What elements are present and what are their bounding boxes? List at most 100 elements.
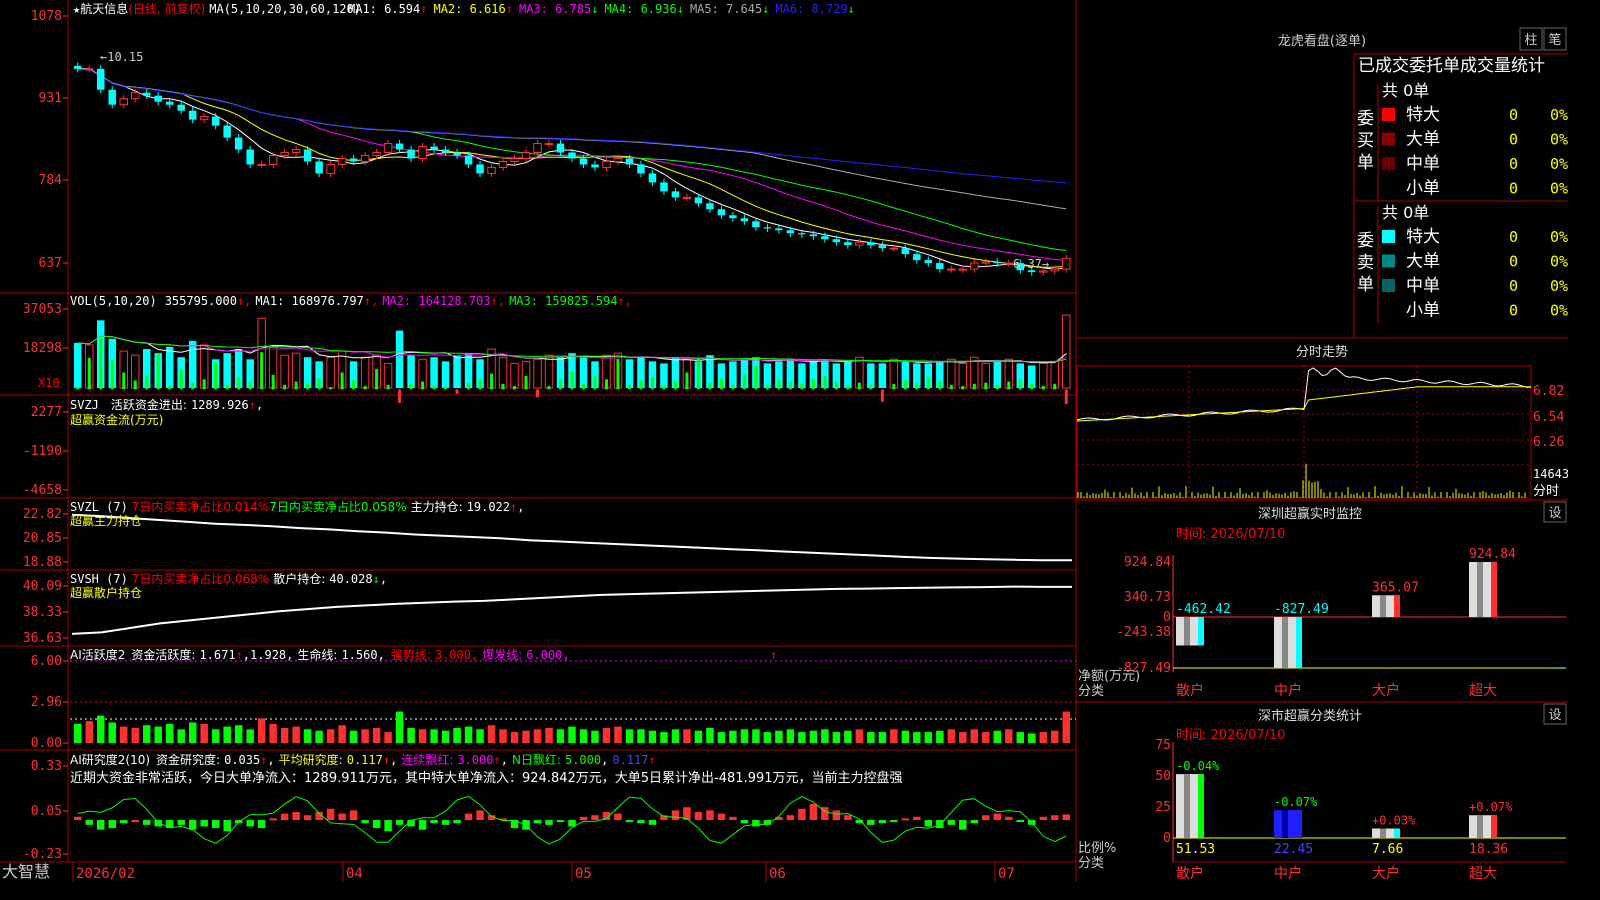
candle xyxy=(568,152,576,159)
svsh-panel[interactable]: SVSH (7) 7日内买卖净占比0.068% 散户持仓: 40.028↓, 超赢散户… xyxy=(70,571,1072,635)
ai-active-bar xyxy=(200,723,208,743)
sz-monitor-category: 中户 xyxy=(1274,682,1302,699)
sz-monitor-bar-label: -827.49 xyxy=(1274,602,1329,617)
volume-bar xyxy=(660,363,668,388)
ai-research-bar xyxy=(188,820,197,830)
candle xyxy=(993,261,1002,264)
buy-row-pct: 0% xyxy=(1550,131,1568,149)
ai-active-bar xyxy=(487,725,496,743)
svzj-bar xyxy=(386,384,390,390)
dragon-tiger-header: 已成交委托单成交量统计 xyxy=(1358,56,1545,76)
buy-row-label: 大单 xyxy=(1406,130,1440,150)
y-tick-label: 6.00 xyxy=(31,654,62,669)
buy-label: 买 xyxy=(1357,131,1374,151)
buy-row-label: 中单 xyxy=(1406,154,1440,174)
ai-active-bar xyxy=(809,730,818,743)
ai-active-bar xyxy=(717,732,726,743)
y-tick-label: 37053 xyxy=(23,302,62,317)
sz-classify-title: 深市超赢分类统计 xyxy=(1258,708,1362,724)
volume-bar xyxy=(889,358,899,389)
ai-research-bar xyxy=(878,820,887,824)
volume-panel[interactable]: VOL(5,10,20) 355795.000↑, MA1: 168976.797↑… xyxy=(38,294,1071,390)
sell-swatch xyxy=(1382,279,1395,292)
sz-monitor-panel[interactable]: 深圳超赢实时监控 设 时间: 2026/07/10 净额(万元) 分类 924.… xyxy=(1078,501,1567,699)
candle xyxy=(395,143,404,150)
candle xyxy=(337,157,347,165)
ai-active-bar xyxy=(694,730,703,743)
sell-row-label: 大单 xyxy=(1406,252,1440,272)
ai-research-bar xyxy=(441,820,450,825)
volume-bar xyxy=(453,355,461,388)
sz-classify-value: 51.53 xyxy=(1176,842,1215,857)
ai-active-bar xyxy=(740,729,749,743)
svzj-bar xyxy=(616,359,620,390)
svzj-bar xyxy=(765,386,769,390)
candle xyxy=(752,221,760,228)
ai-research-bar xyxy=(418,820,427,830)
y-tick-label: 20.85 xyxy=(23,531,62,546)
sz-classify-category: 散户 xyxy=(1176,865,1204,882)
svzj-bar xyxy=(444,387,448,390)
ai-research-bar xyxy=(1039,816,1047,821)
y-tick-label: -4658 xyxy=(23,483,62,498)
ai-research-bar xyxy=(177,820,185,825)
candle xyxy=(407,149,415,159)
ai-active-bar xyxy=(890,729,898,743)
svzj-bar xyxy=(156,353,160,390)
ai-active-bar xyxy=(108,722,116,743)
svzj-bar xyxy=(639,380,643,390)
ai-active-bar xyxy=(913,732,921,743)
svzj-bar xyxy=(306,383,310,390)
ai-research-bar xyxy=(257,820,266,829)
intraday-panel[interactable]: 分时走势 6.82 6.54 6.26 14643 分时 xyxy=(1076,344,1568,499)
svzj-bar xyxy=(1041,386,1045,390)
ai-active-panel[interactable]: AI活跃度2 资金活跃度: 1.671↑,1.928, 生命线: 1.560, 强势线: 3… xyxy=(70,647,1076,743)
ai-active-bar xyxy=(453,727,461,743)
sell-swatch xyxy=(1382,254,1395,268)
chart-canvas: ★航天信息(日线, 前复权) MA(5,10,20,30,60,120) MA1:… xyxy=(0,0,1568,882)
sz-classify-panel[interactable]: 深市超赢分类统计 设 时间: 2026/07/10 比例% 分类 75 50 25 0… xyxy=(1078,703,1567,882)
candle xyxy=(280,152,289,156)
sz-monitor-bar-shade xyxy=(1477,562,1483,617)
ai-active-bar xyxy=(510,732,519,743)
candle xyxy=(682,196,692,199)
svzj-bar xyxy=(76,387,80,390)
ai-active-bar xyxy=(234,725,243,743)
ai-research-bar xyxy=(361,820,369,824)
ai-research-bar xyxy=(246,820,254,827)
ai-active-bar xyxy=(660,732,668,743)
volume-bar xyxy=(729,361,737,388)
svzj-bar xyxy=(202,379,206,390)
candle xyxy=(613,157,623,162)
app-logo-button[interactable]: 大智慧 xyxy=(0,862,68,882)
ai-research-bar xyxy=(717,813,726,821)
sz-classify-ylabel: 比例% xyxy=(1078,841,1116,856)
svzj-bar xyxy=(1018,379,1022,390)
sz-classify-y-tick: 50 xyxy=(1155,769,1171,784)
svzj-bar xyxy=(455,389,459,394)
kline-panel[interactable]: ★航天信息(日线, 前复权) MA(5,10,20,30,60,120) MA1:… xyxy=(73,1,1071,276)
candle xyxy=(867,242,875,246)
sell-swatch xyxy=(1382,230,1395,243)
volume-bar xyxy=(1062,314,1071,389)
ai-research-bar xyxy=(395,820,404,825)
ai-research-bar xyxy=(867,820,875,825)
ai-research-bar xyxy=(349,810,358,821)
sz-monitor-bar-label: 365.07 xyxy=(1372,580,1419,595)
ai-active-bar xyxy=(177,729,185,743)
ai-research-bar xyxy=(890,820,898,823)
candle xyxy=(360,155,370,162)
ai-research-bar xyxy=(326,808,335,821)
svzj-bar xyxy=(283,384,287,390)
svzj-bar xyxy=(788,381,792,390)
volume-bar xyxy=(958,362,968,389)
ai-active-bar xyxy=(97,715,105,743)
svzl-panel[interactable]: SVZL (7) 7日内买卖净占比0.014%7日内买卖净占比0.058% 主力持仓… xyxy=(70,499,1072,562)
candle xyxy=(947,268,956,271)
candle xyxy=(188,110,197,120)
y-tick-label: 0.33 xyxy=(31,759,62,774)
dragon-tiger-panel[interactable]: 龙虎看盘(逐单) 柱 笔 已成交委托单成交量统计 共 0单委买单特大 0 0%大单 0… xyxy=(1278,27,1568,324)
ma-readout: MA6: 8.729 xyxy=(775,2,847,16)
ai-research-panel[interactable]: AI研究度2(10) 资金研究度: 0.035↑, 平均研究度: 0.117↑, 连续飘红… xyxy=(70,752,1070,845)
y-tick-label: 784 xyxy=(39,173,63,188)
